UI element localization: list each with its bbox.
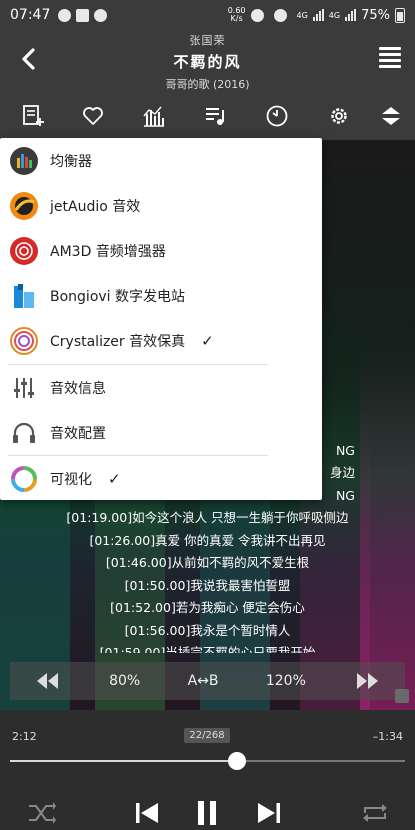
previous-track-icon[interactable] [132,800,162,826]
menu-icon[interactable] [379,47,401,68]
seek-bar-fill [10,760,238,762]
pandora-icon [58,8,72,22]
signal-icon [312,9,324,21]
equalizer-app-icon [10,146,38,175]
lyric-line: [01:56.00]我永是个暂时情人 [124,622,291,638]
jetaudio-icon [10,191,38,220]
bongiovi-icon [14,283,34,308]
repeat-icon[interactable] [360,800,390,826]
crystalizer-icon [10,326,38,355]
lyric-line-partial: NG [335,488,355,503]
shuffle-icon[interactable] [26,800,56,826]
player-toolbar [0,90,415,140]
menu-item-am3d[interactable]: AM3D 音频增强器 [0,228,322,273]
seek-thumb[interactable] [228,752,247,770]
lyric-line: [01:46.00]从前如不羁的风不爱生根 [105,555,310,570]
status-time: 07:47 [10,7,51,23]
song-title: 不羁的风 [173,53,242,71]
elapsed-time: 2:12 [12,730,37,743]
gallery-icon [76,8,90,22]
net-type-1: 4G [296,10,308,20]
menu-item-visualizer[interactable]: 可视化 ✓ [0,456,322,501]
menu-item-label: 均衡器 [50,153,92,170]
lyric-line-partial: NG [335,443,355,458]
menu-item-effect-config[interactable]: 音效配置 [0,410,322,455]
heart-icon[interactable] [81,104,105,128]
next-track-icon[interactable] [254,800,284,826]
lyric-line: [01:59.00]当插完不羁的心只要我开始 [99,645,316,653]
menu-item-label: 音效信息 [50,380,106,397]
speed-up-button[interactable]: 120% [266,673,306,689]
checkmark-icon: ✓ [201,331,214,350]
menu-item-label: Bongiovi 数字发电站 [50,288,186,305]
network-speed: 0.60 K/s [228,7,246,23]
timer-icon[interactable] [265,104,289,128]
menu-item-bongiovi[interactable]: Bongiovi 数字发电站 [0,273,322,318]
rewind-icon[interactable] [34,671,62,691]
menu-item-label: 可视化 [50,471,92,488]
ab-repeat-button[interactable]: A↔B [188,673,219,689]
settings-icon[interactable] [327,104,351,128]
lyric-line: [01:52.00]若为我痴心 便定会伤心 [110,600,305,615]
menu-item-equalizer[interactable]: 均衡器 [0,138,322,183]
expand-icon[interactable] [379,104,403,128]
add-to-playlist-icon[interactable] [21,104,45,128]
back-icon[interactable] [14,44,44,74]
net-type-2: 4G [328,10,341,20]
menu-item-crystalizer[interactable]: Crystalizer 音效保真 ✓ [0,318,322,363]
seek-bar[interactable] [10,752,405,770]
battery-icon [395,7,405,23]
lyric-line: [01:19.00]如今这个浪人 只想一生躺于你呼吸侧边 [66,510,349,525]
lyrics-toggle-icon[interactable] [395,689,409,703]
status-bar: 07:47 0.60 K/s 4G 4G 75% [0,0,415,30]
headphones-icon [13,422,35,443]
am3d-icon [10,236,38,265]
menu-item-label: AM3D 音频增强器 [50,243,166,260]
remaining-time: –1:34 [372,730,403,743]
bluetooth-icon [273,8,287,22]
alarm-icon [94,8,108,22]
playback-controls: 2:12 22/268 –1:34 [0,710,415,830]
checkmark-icon: ✓ [108,469,121,488]
menu-item-label: 音效配置 [50,425,106,442]
lyric-line: [01:50.00]我说我最害怕誓盟 [124,577,291,593]
sliders-icon [14,377,34,398]
status-right: 0.60 K/s 4G 4G 75% [228,7,405,23]
pause-icon[interactable] [192,800,222,826]
network-speed-unit: K/s [230,14,243,23]
menu-item-jetaudio[interactable]: jetAudio 音效 [0,183,322,228]
signal-icon-2 [345,9,357,21]
lyric-line-partial: 身边 [329,465,355,480]
menu-item-effect-info[interactable]: 音效信息 [0,365,322,410]
lyric-lines: [01:19.00]如今这个浪人 只想一生躺于你呼吸侧边 [01:26.00]真… [0,507,415,653]
audio-effects-menu: 均衡器 jetAudio 音效 AM3D 音频增强器 Bongiovi 数字发电… [0,138,322,500]
artist-name: 张国荣 [189,34,226,47]
menu-item-label: jetAudio 音效 [50,198,141,215]
lyric-line: [01:26.00]真爱 你的真爱 令我讲不出再见 [89,532,326,548]
equalizer-icon[interactable] [142,104,166,128]
player-header: 张国荣 不羁的风 哥哥的歌 (2016) [0,30,415,91]
speed-down-button[interactable]: 80% [109,673,140,689]
menu-item-label: Crystalizer 音效保真 [50,333,186,350]
queue-icon[interactable] [204,104,228,128]
speed-ab-bar: 80% A↔B 120% [10,662,405,700]
battery-percent: 75% [361,7,390,23]
visualizer-icon [11,465,37,492]
track-position: 22/268 [184,728,230,743]
fast-forward-icon[interactable] [353,671,381,691]
alarm-clock-icon [250,8,264,22]
